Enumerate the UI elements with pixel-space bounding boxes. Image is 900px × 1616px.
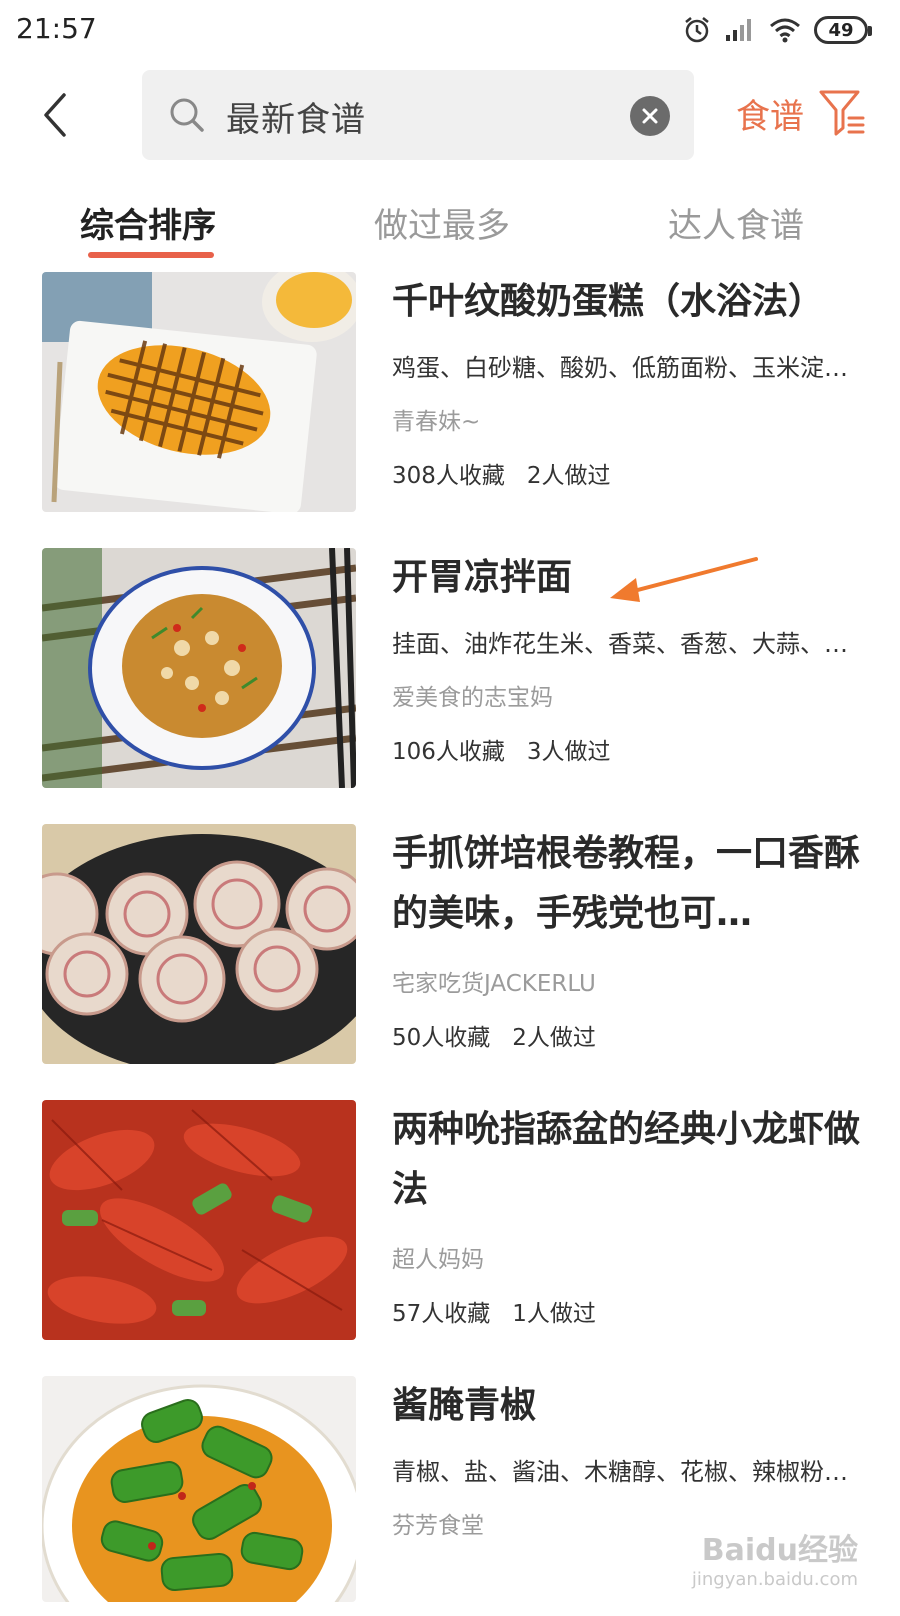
back-button[interactable] — [30, 90, 80, 140]
watermark-url: jingyan.baidu.com — [692, 1569, 858, 1590]
saves-count: 57人收藏 — [392, 1294, 490, 1328]
recipe-ingredients: 鸡蛋、白砂糖、酸奶、低筋面粉、玉米淀… — [392, 348, 862, 382]
active-tab-indicator — [88, 252, 214, 258]
recipe-stats: 106人收藏 3人做过 — [392, 732, 862, 766]
tab-comprehensive[interactable]: 综合排序 — [80, 198, 216, 247]
list-item[interactable]: 两种吮指舔盆的经典小龙虾做法 超人妈妈 57人收藏 1人做过 — [0, 1100, 900, 1340]
made-count: 2人做过 — [527, 456, 611, 490]
filter-icon — [818, 88, 866, 138]
status-time: 21:57 — [16, 12, 97, 45]
sort-tabs: 综合排序 做过最多 达人食谱 — [0, 192, 900, 266]
recipe-title: 手抓饼培根卷教程，一口香酥的美味，手残党也可… — [392, 824, 862, 944]
clear-search-button[interactable] — [630, 96, 670, 136]
status-icons: 49 — [682, 14, 868, 46]
battery-indicator: 49 — [814, 16, 868, 44]
recipe-info: 手抓饼培根卷教程，一口香酥的美味，手残党也可… 宅家吃货JACKERLU 50人… — [392, 824, 862, 1052]
tab-most-made[interactable]: 做过最多 — [374, 198, 510, 247]
chevron-left-icon — [40, 92, 70, 138]
recipe-author[interactable]: 爱美食的志宝妈 — [392, 678, 862, 710]
list-item[interactable]: 千叶纹酸奶蛋糕（水浴法） 鸡蛋、白砂糖、酸奶、低筋面粉、玉米淀… 青春妹~ 30… — [0, 272, 900, 512]
list-item[interactable]: 开胃凉拌面 挂面、油炸花生米、香菜、香葱、大蒜、… 爱美食的志宝妈 106人收藏… — [0, 548, 900, 788]
search-query: 最新食谱 — [226, 92, 366, 141]
signal-icon — [724, 17, 756, 43]
recipe-info: 酱腌青椒 青椒、盐、酱油、木糖醇、花椒、辣椒粉… 芬芳食堂 — [392, 1376, 862, 1538]
recipe-title: 两种吮指舔盆的经典小龙虾做法 — [392, 1100, 862, 1220]
status-bar: 21:57 49 — [0, 0, 900, 62]
made-count: 2人做过 — [512, 1018, 596, 1052]
recipe-info: 两种吮指舔盆的经典小龙虾做法 超人妈妈 57人收藏 1人做过 — [392, 1100, 862, 1328]
recipe-stats: 50人收藏 2人做过 — [392, 1018, 862, 1052]
wifi-icon — [768, 16, 802, 44]
recipe-thumbnail — [42, 548, 356, 788]
recipe-author[interactable]: 超人妈妈 — [392, 1240, 862, 1272]
recipe-stats: 57人收藏 1人做过 — [392, 1294, 862, 1328]
list-item[interactable]: 手抓饼培根卷教程，一口香酥的美味，手残党也可… 宅家吃货JACKERLU 50人… — [0, 824, 900, 1064]
saves-count: 50人收藏 — [392, 1018, 490, 1052]
recipe-title: 酱腌青椒 — [392, 1376, 862, 1436]
recipe-author[interactable]: 青春妹~ — [392, 402, 862, 434]
close-icon — [641, 107, 659, 125]
watermark: Baidu经验 jingyan.baidu.com — [692, 1525, 858, 1590]
search-input[interactable]: 最新食谱 — [142, 70, 694, 160]
filter-button[interactable]: 食谱 — [736, 88, 866, 138]
recipe-ingredients: 青椒、盐、酱油、木糖醇、花椒、辣椒粉… — [392, 1452, 862, 1486]
made-count: 1人做过 — [512, 1294, 596, 1328]
recipe-info: 千叶纹酸奶蛋糕（水浴法） 鸡蛋、白砂糖、酸奶、低筋面粉、玉米淀… 青春妹~ 30… — [392, 272, 862, 490]
saves-count: 106人收藏 — [392, 732, 505, 766]
tab-expert-recipes[interactable]: 达人食谱 — [668, 198, 804, 247]
recipe-title: 千叶纹酸奶蛋糕（水浴法） — [392, 272, 862, 332]
made-count: 3人做过 — [527, 732, 611, 766]
recipe-thumbnail — [42, 272, 356, 512]
recipe-thumbnail — [42, 824, 356, 1064]
watermark-brand: Baidu经验 — [702, 1533, 858, 1568]
annotation-arrow-icon — [610, 556, 760, 606]
recipe-thumbnail — [42, 1100, 356, 1340]
alarm-icon — [682, 15, 712, 45]
saves-count: 308人收藏 — [392, 456, 505, 490]
recipe-thumbnail — [42, 1376, 356, 1602]
recipe-stats: 308人收藏 2人做过 — [392, 456, 862, 490]
recipe-author[interactable]: 宅家吃货JACKERLU — [392, 964, 862, 996]
filter-label: 食谱 — [736, 89, 804, 138]
recipe-ingredients: 挂面、油炸花生米、香菜、香葱、大蒜、… — [392, 624, 862, 658]
search-header: 最新食谱 食谱 — [0, 62, 900, 172]
search-icon — [168, 96, 206, 134]
